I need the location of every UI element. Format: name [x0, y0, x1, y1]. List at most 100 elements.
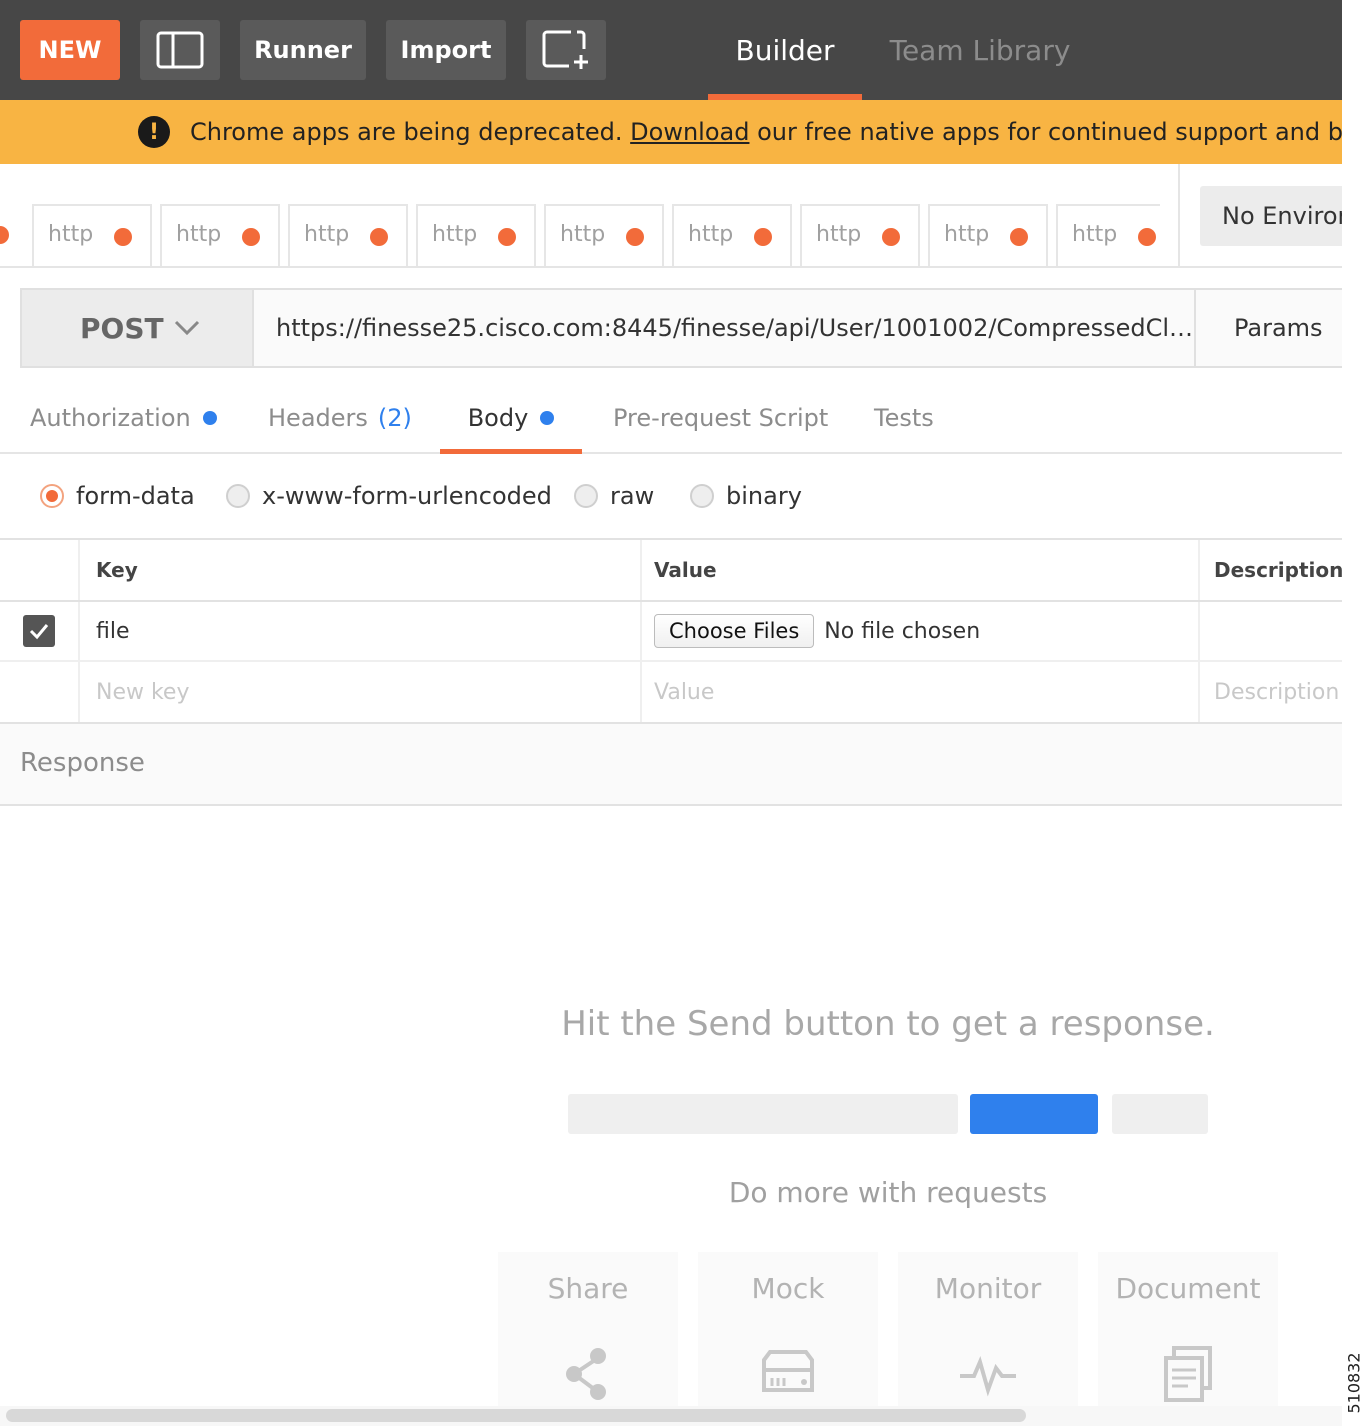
request-tab[interactable]: http [1056, 204, 1160, 266]
radio-unchecked-icon [574, 484, 598, 508]
new-value-input[interactable]: Value [642, 662, 1200, 722]
tab-builder[interactable]: Builder [708, 0, 862, 100]
unsaved-dot-icon [114, 228, 132, 246]
radio-raw-label: raw [610, 482, 655, 510]
method-select[interactable]: POST [22, 290, 254, 366]
share-card[interactable]: Share [498, 1252, 678, 1412]
radio-urlencoded-label: x-www-form-urlencoded [262, 482, 552, 510]
response-header: Response [0, 724, 1342, 806]
tab-team-library[interactable]: Team Library [880, 0, 1080, 100]
document-card[interactable]: Document [1098, 1252, 1278, 1412]
new-description-input[interactable]: Description [1200, 662, 1342, 722]
figure-id-label: 510832 [1342, 1340, 1365, 1426]
request-tab-label: http [304, 222, 350, 247]
request-tab-label: http [560, 222, 606, 247]
send-hint: Hit the Send button to get a response. [561, 1004, 1215, 1044]
toggle-sidebar-button[interactable] [140, 20, 220, 80]
request-tabs-row: http http http http http http http http … [0, 164, 1342, 268]
figure-id: 510832 [1344, 1352, 1363, 1414]
environment-select[interactable]: No Environment [1200, 186, 1342, 246]
radio-urlencoded[interactable]: x-www-form-urlencoded [226, 478, 552, 514]
mock-server-icon [762, 1350, 814, 1392]
download-link[interactable]: Download [630, 118, 749, 146]
row-enabled-checkbox[interactable] [23, 615, 55, 647]
request-tab[interactable]: http [416, 204, 536, 266]
request-tabs-strip: http http http http http http http http … [0, 164, 1160, 268]
chevron-down-icon [174, 320, 200, 336]
form-data-table: Key Value Description file Choose Files … [0, 538, 1342, 724]
tab-authorization-label: Authorization [30, 404, 191, 432]
body-type-options: form-data x-www-form-urlencoded raw bina… [0, 456, 1342, 538]
request-tab[interactable]: http [672, 204, 792, 266]
request-tab[interactable]: http [544, 204, 664, 266]
new-button[interactable]: NEW [20, 20, 120, 80]
key-input[interactable]: file [80, 602, 642, 660]
placeholder-send-button [970, 1094, 1098, 1134]
request-tab[interactable]: http [32, 204, 152, 266]
unsaved-dot-icon [242, 228, 260, 246]
request-tab[interactable]: http [288, 204, 408, 266]
scrollbar-thumb[interactable] [6, 1409, 1026, 1422]
new-key-input[interactable]: New key [80, 662, 642, 722]
checkmark-icon [29, 624, 49, 640]
unsaved-dot-icon [882, 228, 900, 246]
request-tab[interactable]: http [928, 204, 1048, 266]
method-label: POST [80, 312, 164, 345]
choose-files-button[interactable]: Choose Files [654, 614, 815, 648]
response-title: Response [20, 748, 145, 778]
monitor-card-label: Monitor [934, 1272, 1042, 1305]
headers-count: (2) [377, 404, 412, 432]
indicator-dot-icon [540, 411, 555, 425]
request-tab[interactable]: http [800, 204, 920, 266]
radio-form-data[interactable]: form-data [40, 478, 195, 514]
share-icon [566, 1348, 606, 1400]
request-tab-label: http [816, 222, 862, 247]
header-description: Description [1214, 558, 1342, 582]
request-tab[interactable]: http [160, 204, 280, 266]
radio-checked-icon [40, 484, 64, 508]
tab-headers[interactable]: Headers (2) [268, 384, 412, 452]
request-url-bar: POST https://finesse25.cisco.com:8445/fi… [20, 288, 1342, 368]
table-row-new: New key Value Description [0, 662, 1342, 722]
url-input[interactable]: https://finesse25.cisco.com:8445/finesse… [276, 290, 1194, 366]
table-row: file Choose Files No file chosen [0, 602, 1342, 662]
description-input[interactable] [1200, 602, 1342, 660]
request-tab-label: http [688, 222, 734, 247]
unsaved-dot-icon [1138, 228, 1156, 246]
radio-unchecked-icon [226, 484, 250, 508]
document-icon [1164, 1346, 1212, 1402]
monitor-card[interactable]: Monitor [898, 1252, 1078, 1412]
request-tab-label: http [944, 222, 990, 247]
banner-text-after: our free native apps for continued suppo… [757, 118, 1342, 146]
sidebar-icon [156, 31, 204, 69]
unsaved-dot-icon [754, 228, 772, 246]
top-toolbar: NEW Runner Import Builder Team Library [0, 0, 1342, 100]
tab-tests[interactable]: Tests [874, 384, 934, 452]
tab-authorization[interactable]: Authorization [30, 384, 217, 452]
import-button[interactable]: Import [386, 20, 506, 80]
environment-divider [1178, 164, 1180, 268]
header-key: Key [80, 540, 642, 600]
params-button[interactable]: Params [1194, 290, 1342, 366]
warning-icon: ! [138, 116, 170, 148]
radio-raw[interactable]: raw [574, 478, 654, 514]
unsaved-dot-icon [1010, 228, 1028, 246]
placeholder-url-bar [568, 1094, 958, 1134]
mock-card[interactable]: Mock [698, 1252, 878, 1412]
tab-prerequest-script[interactable]: Pre-request Script [613, 384, 828, 452]
new-window-icon [542, 30, 588, 69]
indicator-dot-icon [202, 411, 217, 425]
row-check-cell [0, 602, 80, 660]
tab-body[interactable]: Body [440, 384, 582, 454]
unsaved-dot-icon [370, 228, 388, 246]
request-tab-label: http [1072, 222, 1118, 247]
deprecation-banner: ! Chrome apps are being deprecated. Down… [0, 100, 1342, 164]
runner-button[interactable]: Runner [240, 20, 366, 80]
placeholder-save-button [1112, 1094, 1208, 1134]
file-status: No file chosen [824, 618, 981, 644]
radio-binary[interactable]: binary [690, 478, 802, 514]
horizontal-scrollbar[interactable] [0, 1406, 1342, 1426]
mock-card-label: Mock [751, 1272, 825, 1305]
new-window-button[interactable] [526, 20, 606, 80]
response-empty-state: Hit the Send button to get a response. D… [0, 806, 1342, 1426]
